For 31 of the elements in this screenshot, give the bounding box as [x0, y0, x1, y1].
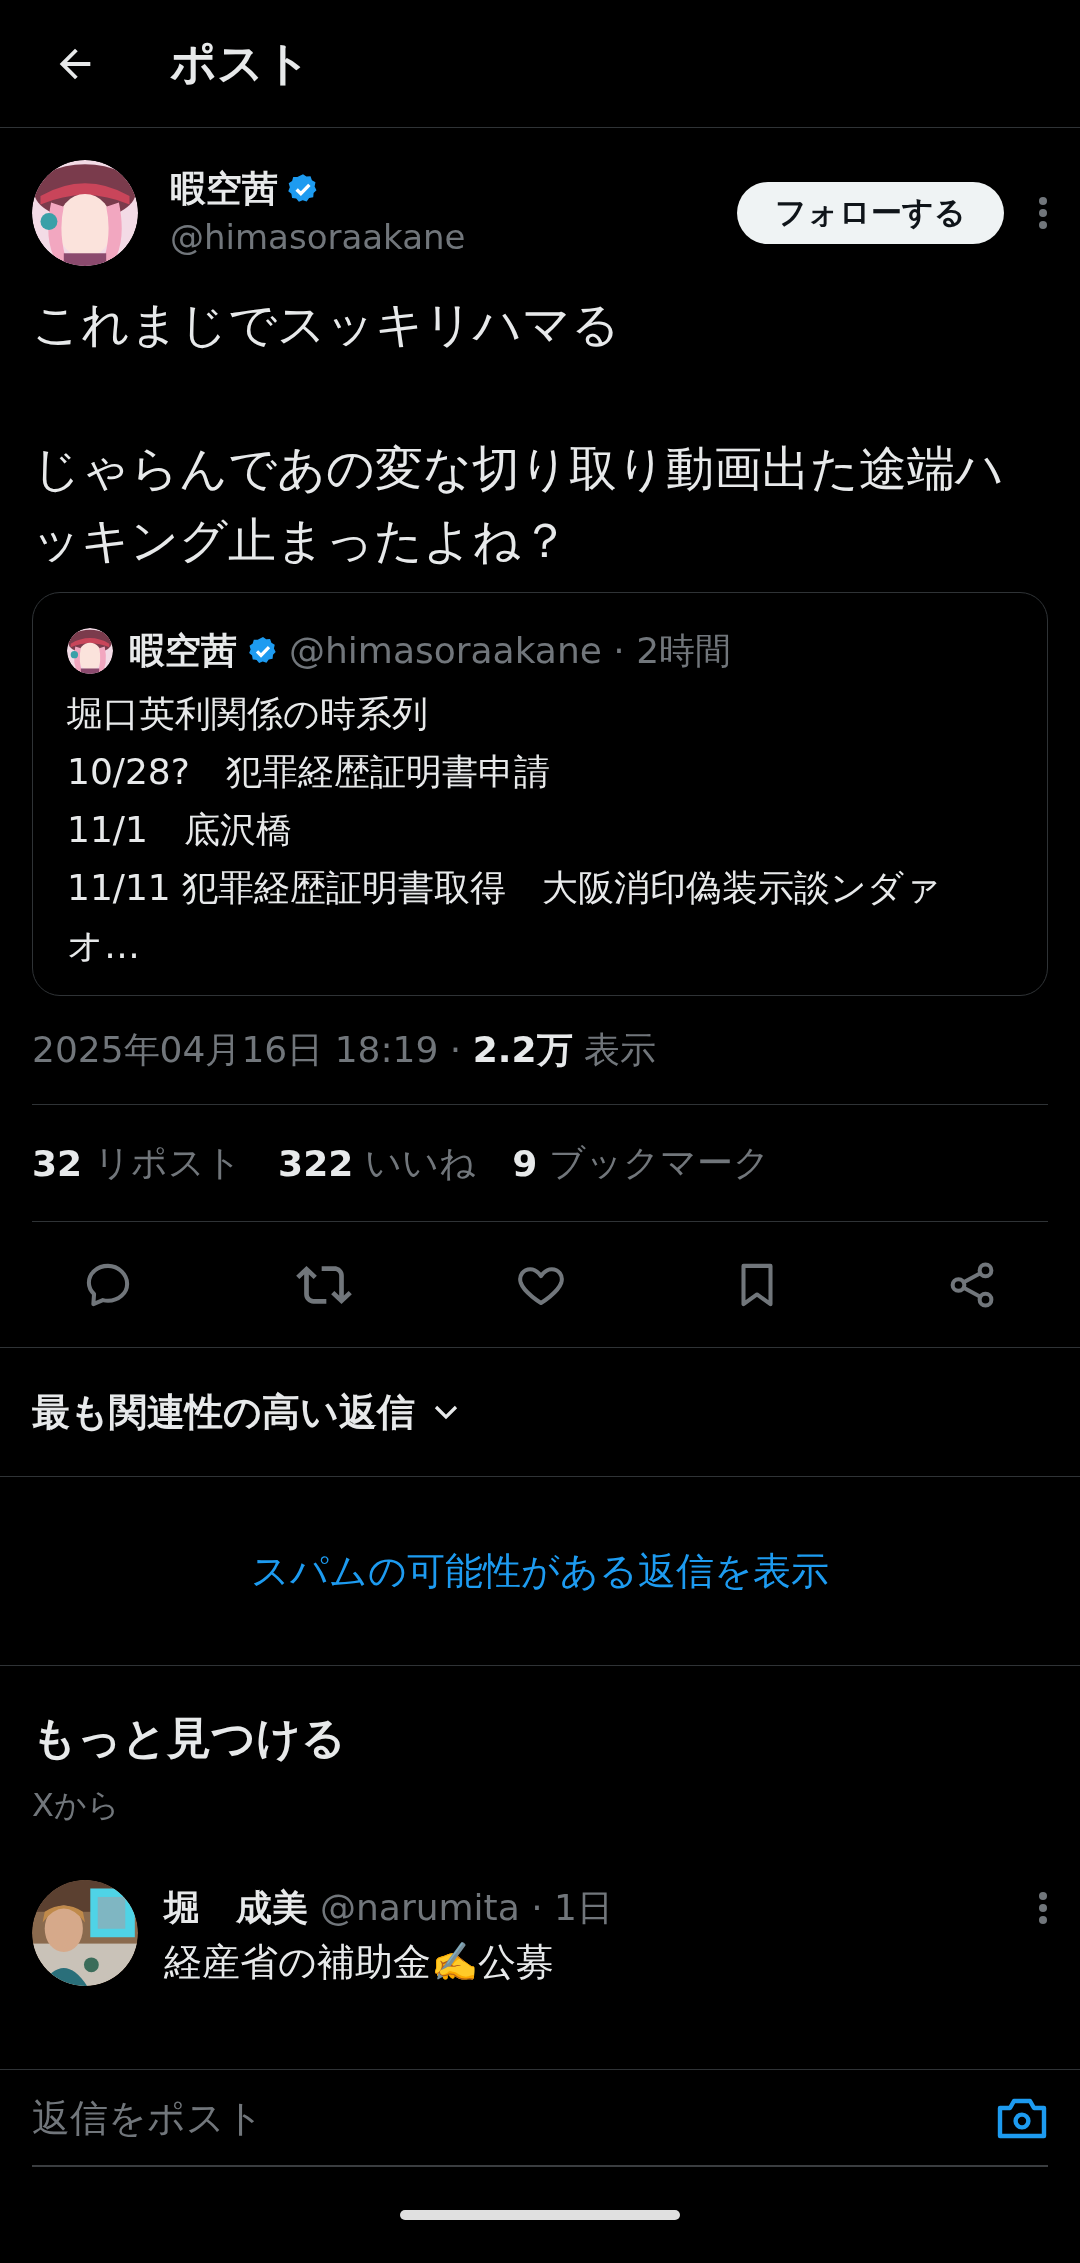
post-text: 経産省の補助金✍公募	[164, 1939, 555, 1986]
post-timestamp: 2025年04月16日 18:19 · 2.2万 表示	[32, 1027, 656, 1072]
quoted-text: 11/11 犯罪経歴証明書取得 大阪消印偽装示談ンダァオ…	[67, 866, 943, 968]
more-options-icon[interactable]	[1038, 196, 1048, 230]
follow-button[interactable]: フォローする	[737, 182, 1004, 244]
stat-count: 322	[278, 1142, 354, 1184]
quoted-text: 11/1 底沢橋	[67, 808, 293, 852]
reply-sort-dropdown[interactable]: 最も関連性の高い返信	[32, 1386, 459, 1438]
chevron-down-icon	[433, 1404, 459, 1420]
post-text: これまじでスッキリハマる	[32, 295, 621, 354]
quoted-post-card[interactable]: 暇空茜 @himasoraakane · 2時間 堀口英利関係の時系列 10/28? 犯罪経歴証明書申請 11/1 底沢橋 11/11 犯罪経歴証明書取得 大阪消印偽装示談ンダァオ…	[32, 592, 1048, 996]
stat-label[interactable]: いいね	[365, 1138, 477, 1188]
stat-label[interactable]: ブックマーク	[549, 1138, 771, 1188]
stat-label[interactable]: リポスト	[94, 1138, 243, 1188]
quoted-text: 10/28? 犯罪経歴証明書申請	[67, 750, 551, 794]
author-handle-time: @narumita · 1日	[320, 1885, 614, 1930]
post-text: じゃらんであの変な切り取り動画出た途端ハッキング止まったよね？	[32, 439, 1005, 570]
section-subtitle: Xから	[32, 1785, 121, 1826]
quoted-author-name: 暇空茜	[129, 628, 237, 673]
show-spam-replies-link[interactable]: スパムの可能性がある返信を表示	[251, 1545, 829, 1597]
stat-count: 9	[512, 1142, 538, 1184]
author-handle: @himasoraakane	[170, 216, 467, 259]
section-title: もっと見つける	[32, 1711, 347, 1765]
quoted-text: 堀口英利関係の時系列	[67, 692, 429, 736]
author-name: 暇空茜	[170, 167, 278, 211]
more-options-icon[interactable]	[1038, 1891, 1048, 1925]
stat-count: 32	[32, 1142, 83, 1184]
reply-input-field[interactable]: 返信をポスト	[32, 2095, 996, 2140]
author-name: 堀 成美	[164, 1885, 308, 1930]
quoted-handle-time: @himasoraakane · 2時間	[289, 628, 732, 673]
page-title: ポスト	[170, 34, 311, 92]
